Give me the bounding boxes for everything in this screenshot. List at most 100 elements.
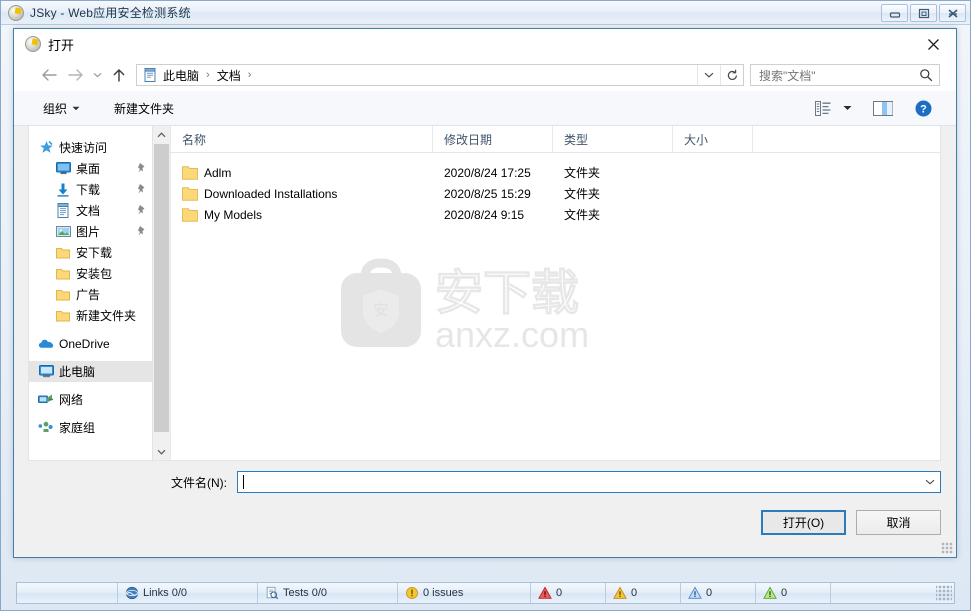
pin-icon[interactable]: [137, 183, 147, 198]
file-list-pane: 名称 修改日期 类型 大小 Adlm 2020/8/24 17:25 文件夹 D…: [171, 126, 940, 460]
statusbar-severity-low-label: 0: [706, 587, 713, 599]
sidebar-item-label: 下载: [76, 183, 101, 197]
downloads-icon: [55, 182, 71, 198]
sidebar-item-this-pc[interactable]: 此电脑: [29, 361, 152, 382]
sidebar-item-homegroup[interactable]: 家庭组: [29, 417, 152, 438]
file-list-header: 名称 修改日期 类型 大小: [171, 126, 940, 153]
sidebar-item-downloads[interactable]: 下载: [29, 179, 152, 200]
sidebar-item-documents[interactable]: 文档: [29, 200, 152, 221]
breadcrumb-separator[interactable]: ›: [242, 69, 258, 81]
scroll-down-button[interactable]: [153, 443, 170, 460]
dialog-title: 打开: [48, 37, 75, 53]
column-header-label: 大小: [684, 132, 709, 147]
forward-button[interactable]: [62, 63, 88, 87]
breadcrumb-item-1[interactable]: 文档: [216, 67, 242, 84]
organize-button[interactable]: 组织: [35, 96, 88, 120]
sidebar-item-pictures[interactable]: 图片: [29, 221, 152, 242]
table-row[interactable]: Adlm 2020/8/24 17:25 文件夹: [171, 162, 940, 183]
search-icon[interactable]: [919, 68, 933, 82]
maximize-button[interactable]: [910, 4, 937, 22]
address-dropdown-button[interactable]: [697, 65, 720, 85]
network-icon: [38, 392, 54, 408]
sidebar-item-desktop[interactable]: 桌面: [29, 158, 152, 179]
scrollbar-thumb[interactable]: [154, 144, 169, 432]
desktop-icon: [55, 161, 71, 177]
table-row[interactable]: My Models 2020/8/24 9:15 文件夹: [171, 204, 940, 225]
folder-icon: [55, 308, 71, 324]
documents-icon: [55, 203, 71, 219]
sidebar-item-new-folder[interactable]: 新建文件夹: [29, 305, 152, 326]
open-button[interactable]: 打开(O): [761, 510, 846, 535]
file-modified: 2020/8/24 17:25: [444, 165, 531, 180]
statusbar-cell-severity-info: 0: [756, 583, 831, 603]
minimize-button[interactable]: [881, 4, 908, 22]
search-input[interactable]: 搜索"文档": [750, 64, 940, 86]
statusbar-cell-severity-high: 0: [531, 583, 606, 603]
column-header-type[interactable]: 类型: [553, 126, 673, 152]
folder-icon: [55, 287, 71, 303]
back-button[interactable]: [36, 63, 62, 87]
sidebar-item-anzhuangbao[interactable]: 安装包: [29, 263, 152, 284]
sidebar-item-quick-access[interactable]: 快速访问: [29, 137, 152, 158]
close-button[interactable]: [939, 4, 966, 22]
sidebar-item-label: 家庭组: [59, 421, 96, 435]
dialog-content: 快速访问 桌面 下载 文档 图片 安下载 安装包 广告 新建文件夹 OneDri…: [28, 125, 941, 461]
watermark-cn-text: 安下载: [435, 267, 579, 320]
table-row[interactable]: Downloaded Installations 2020/8/25 15:29…: [171, 183, 940, 204]
recent-locations-button[interactable]: [88, 63, 106, 87]
column-header-modified[interactable]: 修改日期: [433, 126, 553, 152]
scroll-up-button[interactable]: [153, 126, 170, 143]
folder-icon: [182, 207, 198, 222]
sidebar-item-guanggao[interactable]: 广告: [29, 284, 152, 305]
dialog-buttons: 打开(O) 取消: [761, 510, 941, 535]
svg-text:安: 安: [373, 302, 388, 319]
statusbar-issues-label: 0 issues: [423, 587, 464, 599]
sidebar-item-anxiazai[interactable]: 安下载: [29, 242, 152, 263]
documents-icon: [144, 68, 156, 82]
column-header-name[interactable]: 名称: [171, 126, 433, 152]
navigation-pane: 快速访问 桌面 下载 文档 图片 安下载 安装包 广告 新建文件夹 OneDri…: [29, 126, 171, 460]
dialog-resize-grip[interactable]: [941, 542, 953, 554]
filename-input[interactable]: [237, 471, 941, 493]
view-list-icon: [814, 100, 830, 116]
filename-dropdown-button[interactable]: [920, 472, 940, 492]
text-caret: [243, 475, 244, 489]
issues-warning-icon: [406, 587, 418, 599]
open-file-dialog: 打开 此电脑 › 文档 › 搜索"文档" 组织 新建文件夹 ? 快速访问 桌面 …: [13, 28, 957, 558]
view-mode-button[interactable]: [810, 96, 836, 120]
file-name: Adlm: [204, 165, 232, 180]
dialog-close-button[interactable]: [910, 29, 956, 59]
chevron-down-icon: [704, 72, 714, 78]
pin-icon[interactable]: [137, 204, 147, 219]
navigation-pane-scrollbar[interactable]: [152, 126, 170, 460]
filename-row: 文件名(N):: [14, 469, 956, 495]
resize-grip[interactable]: [936, 585, 952, 601]
column-header-size[interactable]: 大小: [673, 126, 753, 152]
toolbar-right-group: ?: [810, 96, 936, 120]
sidebar-item-network[interactable]: 网络: [29, 389, 152, 410]
up-one-level-button[interactable]: [106, 63, 132, 87]
arrow-left-icon: [41, 69, 57, 81]
statusbar-cell-issues: 0 issues: [398, 583, 531, 603]
statusbar-links-label: Links 0/0: [143, 587, 188, 599]
pin-icon[interactable]: [137, 225, 147, 240]
view-mode-dropdown-button[interactable]: [838, 96, 856, 120]
sidebar-item-onedrive[interactable]: OneDrive: [29, 333, 152, 354]
sidebar-item-label: 网络: [59, 393, 84, 407]
sidebar-item-label: 桌面: [76, 162, 101, 176]
tests-page-icon: [266, 586, 279, 600]
address-bar[interactable]: 此电脑 › 文档 ›: [136, 64, 744, 86]
new-folder-button[interactable]: 新建文件夹: [106, 96, 182, 120]
file-name: My Models: [204, 207, 263, 222]
help-button[interactable]: ?: [910, 96, 936, 120]
breadcrumb-item-0[interactable]: 此电脑: [162, 67, 200, 84]
folder-icon: [55, 266, 71, 282]
preview-pane-button[interactable]: [870, 96, 896, 120]
new-folder-label: 新建文件夹: [114, 101, 175, 116]
chevron-up-icon: [157, 131, 166, 137]
cancel-button[interactable]: 取消: [856, 510, 941, 535]
breadcrumb-separator[interactable]: ›: [200, 69, 216, 81]
pin-icon[interactable]: [137, 162, 147, 177]
folder-icon: [182, 186, 198, 201]
refresh-button[interactable]: [720, 65, 743, 85]
